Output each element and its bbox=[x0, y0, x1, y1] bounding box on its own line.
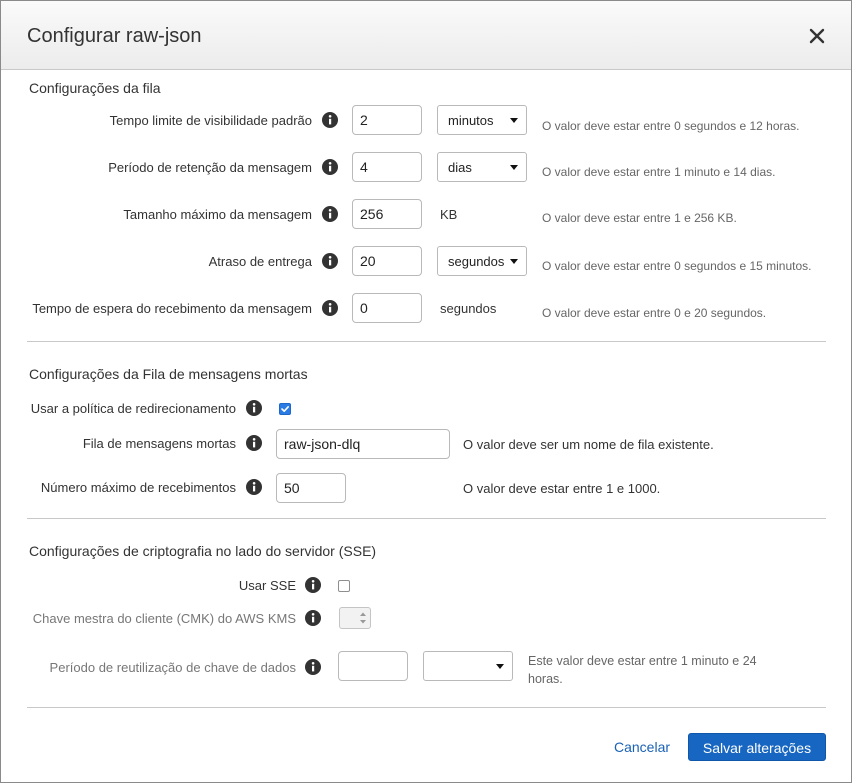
info-icon[interactable] bbox=[246, 435, 262, 451]
max-receives-help: O valor deve estar entre 1 e 1000. bbox=[463, 481, 661, 496]
delivery-delay-unit-select[interactable]: segundos bbox=[437, 246, 527, 276]
close-icon bbox=[809, 28, 825, 44]
retention-period-label: Período de retenção da mensagem bbox=[108, 160, 312, 175]
checkmark-icon bbox=[281, 406, 289, 412]
max-receives-label: Número máximo de recebimentos bbox=[40, 480, 236, 495]
configure-queue-dialog: Configurar raw-json Configurações da fil… bbox=[0, 0, 852, 783]
cancel-button[interactable]: Cancelar bbox=[614, 739, 670, 755]
info-icon[interactable] bbox=[305, 659, 321, 675]
caret-down-icon bbox=[510, 259, 518, 264]
caret-down-icon bbox=[510, 165, 518, 170]
use-sse-label: Usar SSE bbox=[238, 578, 296, 593]
info-icon[interactable] bbox=[305, 610, 321, 626]
info-icon[interactable] bbox=[305, 577, 321, 593]
delivery-delay-help: O valor deve estar entre 0 segundos e 15… bbox=[542, 259, 812, 273]
info-icon[interactable] bbox=[322, 300, 338, 316]
stepper-arrows-icon bbox=[360, 612, 366, 624]
save-changes-button[interactable]: Salvar alterações bbox=[688, 733, 826, 761]
max-message-size-help: O valor deve estar entre 1 e 256 KB. bbox=[542, 211, 737, 225]
sse-settings-title: Configurações de criptografia no lado do… bbox=[29, 543, 377, 559]
caret-down-icon bbox=[496, 664, 504, 669]
dialog-title: Configurar raw-json bbox=[27, 25, 202, 47]
receive-wait-time-input[interactable]: 0 bbox=[352, 293, 422, 323]
cmk-select[interactable] bbox=[339, 607, 371, 629]
delivery-delay-unit: segundos bbox=[448, 254, 505, 269]
info-icon[interactable] bbox=[322, 206, 338, 222]
reuse-period-unit-select[interactable] bbox=[423, 651, 513, 681]
reuse-period-input[interactable] bbox=[338, 651, 408, 681]
section-divider bbox=[27, 341, 826, 342]
visibility-timeout-unit: minutos bbox=[448, 113, 494, 128]
dead-letter-settings-title: Configurações da Fila de mensagens morta… bbox=[29, 366, 308, 382]
retention-period-help: O valor deve estar entre 1 minuto e 14 d… bbox=[542, 165, 776, 179]
info-icon[interactable] bbox=[246, 479, 262, 495]
cmk-label: Chave mestra do cliente (CMK) do AWS KMS bbox=[32, 611, 296, 626]
info-icon[interactable] bbox=[246, 400, 262, 416]
receive-wait-time-label: Tempo de espera do recebimento da mensag… bbox=[32, 301, 312, 316]
max-message-size-label: Tamanho máximo da mensagem bbox=[123, 207, 312, 222]
visibility-timeout-unit-select[interactable]: minutos bbox=[437, 105, 527, 135]
receive-wait-time-unit: segundos bbox=[440, 301, 497, 316]
retention-period-unit: dias bbox=[448, 160, 472, 175]
dlq-name-input[interactable]: raw-json-dlq bbox=[276, 429, 450, 459]
info-icon[interactable] bbox=[322, 159, 338, 175]
delivery-delay-input[interactable]: 20 bbox=[352, 246, 422, 276]
caret-down-icon bbox=[510, 118, 518, 123]
queue-settings-title: Configurações da fila bbox=[29, 80, 161, 96]
dlq-name-help: O valor deve ser um nome de fila existen… bbox=[463, 437, 714, 452]
visibility-timeout-label: Tempo limite de visibilidade padrão bbox=[109, 113, 312, 128]
reuse-period-label: Período de reutilização de chave de dado… bbox=[49, 660, 296, 675]
use-sse-checkbox[interactable] bbox=[338, 580, 350, 592]
close-button[interactable] bbox=[806, 25, 828, 47]
max-message-size-input[interactable]: 256 bbox=[352, 199, 422, 229]
use-redrive-checkbox[interactable] bbox=[279, 403, 291, 415]
delivery-delay-label: Atraso de entrega bbox=[208, 254, 312, 269]
receive-wait-time-help: O valor deve estar entre 0 e 20 segundos… bbox=[542, 306, 767, 320]
info-icon[interactable] bbox=[322, 253, 338, 269]
info-icon[interactable] bbox=[322, 112, 338, 128]
retention-period-unit-select[interactable]: dias bbox=[437, 152, 527, 182]
dialog-header: Configurar raw-json bbox=[1, 1, 851, 70]
max-receives-input[interactable]: 50 bbox=[276, 473, 346, 503]
dlq-name-label: Fila de mensagens mortas bbox=[82, 436, 236, 451]
visibility-timeout-input[interactable]: 2 bbox=[352, 105, 422, 135]
section-divider bbox=[27, 518, 826, 519]
retention-period-input[interactable]: 4 bbox=[352, 152, 422, 182]
reuse-period-help: Este valor deve estar entre 1 minuto e 2… bbox=[528, 654, 757, 686]
use-redrive-label: Usar a política de redirecionamento bbox=[30, 401, 236, 416]
max-message-size-unit: KB bbox=[440, 207, 458, 222]
visibility-timeout-help: O valor deve estar entre 0 segundos e 12… bbox=[542, 119, 800, 133]
section-divider bbox=[27, 707, 826, 708]
